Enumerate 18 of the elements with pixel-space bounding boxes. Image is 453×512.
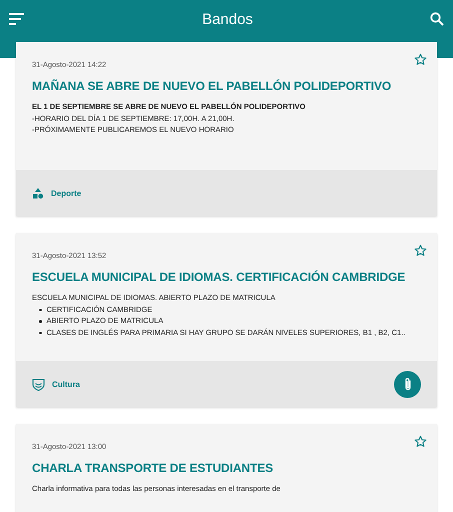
star-icon[interactable] [414, 53, 427, 66]
star-icon[interactable] [414, 244, 427, 257]
category-label: Cultura [52, 380, 81, 388]
category-label: Deporte [51, 188, 82, 198]
post-title[interactable]: ESCUELA MUNICIPAL DE IDIOMAS. CERTIFICACIÓN CAMBRIDGE [32, 270, 421, 284]
paperclip-icon [404, 377, 412, 391]
search-icon[interactable] [430, 12, 444, 26]
attachment-button[interactable] [394, 370, 421, 398]
menu-icon[interactable] [9, 12, 25, 26]
shapes-icon [32, 188, 44, 198]
app-title: Bandos [202, 10, 253, 28]
shield-icon [32, 378, 45, 390]
post-title[interactable]: MAÑANA SE ABRE DE NUEVO EL PABELLÓN POLIDEPORTIVO [32, 79, 421, 93]
post-title[interactable]: CHARLA TRANSPORTE DE ESTUDIANTES [32, 461, 421, 475]
bullet-icon [39, 332, 42, 334]
bullet-icon [39, 308, 42, 311]
star-icon[interactable] [414, 435, 427, 448]
bullet-icon [39, 320, 42, 322]
